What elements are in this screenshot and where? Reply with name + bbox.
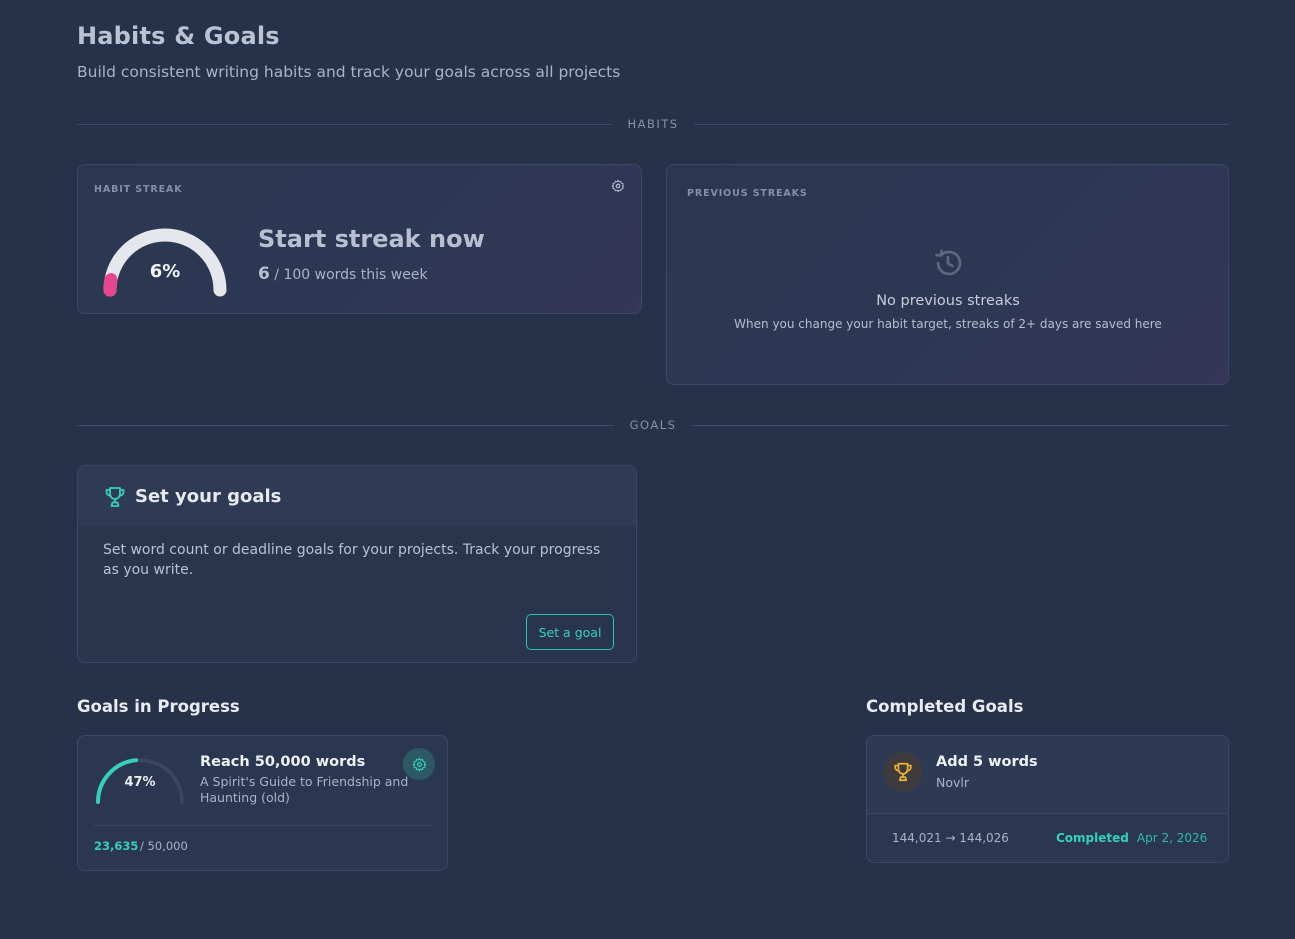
habits-section-label: HABITS	[612, 117, 694, 131]
streak-target-text: / 100 words this week	[274, 267, 428, 283]
streak-word-count: 6 / 100 words this week	[258, 264, 428, 284]
no-previous-streaks-text: When you change your habit target, strea…	[734, 317, 1162, 331]
completed-trophy-badge	[883, 752, 923, 792]
completed-status-badge: Completed Apr 2, 2026	[1050, 825, 1213, 851]
streak-percent: 6%	[149, 261, 181, 282]
streak-headline: Start streak now	[258, 225, 485, 253]
habits-goals-page: Habits & Goals Build consistent writing …	[77, 0, 1229, 939]
set-goals-title: Set your goals	[135, 486, 282, 507]
gear-icon[interactable]	[611, 179, 625, 193]
gear-icon	[412, 757, 426, 771]
habit-streak-label: HABIT STREAK	[94, 184, 183, 195]
history-icon	[935, 249, 962, 276]
goal-project: A Spirit's Guide to Friendship and Haunt…	[200, 774, 409, 805]
completed-goals-heading: Completed Goals	[866, 697, 1024, 716]
goal-percent: 47%	[124, 775, 156, 790]
goal-current-words: 23,635	[94, 839, 139, 853]
goal-target-words: / 50,000	[140, 839, 188, 853]
completed-goal-card[interactable]: Add 5 words Novlr 144,021 → 144,026 Comp…	[866, 735, 1229, 863]
streak-gauge	[103, 228, 227, 297]
set-goals-description: Set word count or deadline goals for you…	[103, 542, 601, 578]
previous-streaks-card: PREVIOUS STREAKS No previous streaks Whe…	[666, 164, 1229, 385]
habit-streak-card: HABIT STREAK 6% Start streak now 6 / 100…	[77, 164, 642, 314]
goal-divider	[94, 825, 432, 826]
page-subtitle: Build consistent writing habits and trac…	[77, 63, 621, 81]
completed-date: Apr 2, 2026	[1136, 831, 1208, 845]
completed-status: Completed	[1056, 831, 1129, 845]
set-goals-card: Set your goals Set word count or deadlin…	[77, 465, 637, 663]
completed-goal-project: Novlr	[936, 775, 970, 790]
trophy-icon	[105, 487, 125, 507]
no-previous-streaks-title: No previous streaks	[876, 293, 1020, 309]
set-a-goal-button[interactable]: Set a goal	[526, 614, 614, 650]
completed-goal-title: Add 5 words	[936, 754, 1038, 770]
completed-goal-range: 144,021 → 144,026	[892, 831, 1009, 845]
goals-in-progress-heading: Goals in Progress	[77, 697, 240, 716]
goal-progress-card[interactable]: 47% Reach 50,000 words A Spirit's Guide …	[77, 735, 448, 871]
goal-title: Reach 50,000 words	[200, 754, 366, 770]
trophy-icon	[894, 762, 912, 782]
page-title: Habits & Goals	[77, 22, 280, 50]
goals-section-label: GOALS	[614, 418, 692, 432]
previous-streaks-label: PREVIOUS STREAKS	[687, 188, 808, 199]
streak-current-words: 6	[258, 264, 270, 284]
goal-settings-button[interactable]	[403, 748, 435, 780]
